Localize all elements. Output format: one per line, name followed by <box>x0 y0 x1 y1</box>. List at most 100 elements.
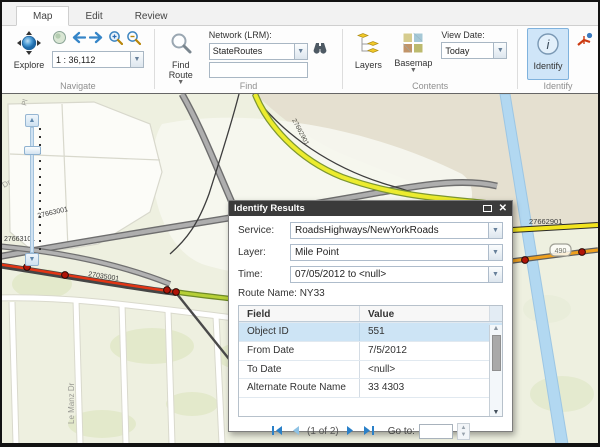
attributes-table: Field Value Object ID 551 From Date 7/5/… <box>238 305 503 417</box>
chevron-down-icon[interactable]: ▼ <box>488 223 502 238</box>
chevron-down-icon[interactable]: ▼ <box>130 52 143 67</box>
zoom-out-icon[interactable] <box>126 30 141 50</box>
page-count-text: (1 of 2) <box>307 426 339 437</box>
previous-page-button[interactable] <box>290 425 300 439</box>
scrollbar-thumb[interactable] <box>492 335 501 371</box>
chevron-down-icon[interactable]: ▼ <box>488 267 502 282</box>
binoculars-icon[interactable] <box>312 42 328 60</box>
ribbon: Map Edit Review <box>2 2 598 93</box>
tab-review[interactable]: Review <box>119 7 184 25</box>
table-scrollbar[interactable]: ▲ ▼ <box>489 325 502 416</box>
street-label-le-manz-dr: Le Manz Dr <box>67 382 76 424</box>
column-header-value: Value <box>359 306 489 321</box>
tab-edit[interactable]: Edit <box>69 7 118 25</box>
group-contents: Layers Basemap ▼ <box>343 26 517 92</box>
back-arrow-icon[interactable] <box>70 31 86 49</box>
window-bottom-border <box>2 443 598 447</box>
map-scale-value: 1 : 36,112 <box>53 55 130 65</box>
map-scale-combobox[interactable]: 1 : 36,112 ▼ <box>52 51 144 68</box>
scroll-up-icon[interactable]: ▲ <box>493 325 500 332</box>
table-row[interactable]: To Date <null> <box>239 360 502 379</box>
explore-label: Explore <box>14 60 45 70</box>
table-row[interactable]: From Date 7/5/2012 <box>239 341 502 360</box>
identify-route-icon[interactable] <box>577 32 594 52</box>
ribbon-body: Explore <box>2 26 598 92</box>
goto-page-input[interactable] <box>419 424 453 439</box>
next-page-button[interactable] <box>346 425 356 439</box>
last-page-button[interactable] <box>363 425 375 439</box>
find-route-label-1: Find <box>172 60 190 70</box>
find-group-label: Find <box>155 81 343 91</box>
identify-group-label: Identify <box>518 81 598 91</box>
zoom-slider-down-button[interactable]: ▼ <box>25 253 39 266</box>
route-shield-label: 490 <box>555 248 567 255</box>
map-viewport[interactable]: 490 27663001 27663101 27035001 27662901 … <box>2 93 598 443</box>
scroll-down-icon[interactable]: ▼ <box>493 409 500 416</box>
service-label: Service: <box>238 225 290 236</box>
identify-button[interactable]: i Identify <box>527 28 569 80</box>
spinner-up-icon[interactable]: ▲ <box>460 425 466 432</box>
route-name-value: NY33 <box>300 288 325 299</box>
network-lrm-value: StateRoutes <box>210 46 294 56</box>
layers-icon <box>356 32 380 58</box>
spinner-down-icon[interactable]: ▼ <box>460 432 466 439</box>
forward-arrow-icon[interactable] <box>89 31 105 49</box>
map-zoom-slider[interactable]: ▲ ▼ <box>24 114 44 266</box>
header-gutter <box>489 306 502 321</box>
view-date-value: Today <box>442 46 493 56</box>
network-lrm-combobox[interactable]: StateRoutes ▼ <box>209 43 308 60</box>
zoom-slider-up-button[interactable]: ▲ <box>25 114 39 127</box>
zoom-slider-handle[interactable] <box>24 146 41 155</box>
navigate-group-label: Navigate <box>2 81 154 91</box>
dialog-body: Service: RoadsHighways/NewYorkRoads ▼ La… <box>229 216 512 443</box>
table-row[interactable]: Object ID 551 <box>239 322 502 341</box>
maximize-icon[interactable] <box>483 205 492 212</box>
basemap-icon <box>402 32 424 56</box>
zoom-in-icon[interactable] <box>108 30 123 50</box>
table-row[interactable]: Alternate Route Name 33 4303 <box>239 378 502 397</box>
chevron-down-icon[interactable]: ▼ <box>294 44 307 59</box>
identify-label: Identify <box>533 61 562 71</box>
group-navigate: Explore <box>2 26 154 92</box>
chevron-down-icon[interactable]: ▼ <box>488 245 502 260</box>
chevron-down-icon: ▼ <box>410 68 417 74</box>
layer-combobox[interactable]: Mile Point ▼ <box>290 244 503 261</box>
time-value: 07/05/2012 to <null> <box>291 269 488 280</box>
time-combobox[interactable]: 07/05/2012 to <null> ▼ <box>290 266 503 283</box>
goto-label: Go to: <box>388 426 415 437</box>
group-find: Find Route ▼ Network (LRM): StateRoutes … <box>155 26 343 92</box>
view-date-label: View Date: <box>441 30 513 40</box>
time-label: Time: <box>238 269 290 280</box>
layer-label: Layer: <box>238 247 290 258</box>
layers-label: Layers <box>355 60 382 70</box>
layers-button[interactable]: Layers <box>347 28 389 72</box>
full-extent-globe-icon[interactable] <box>52 30 67 50</box>
find-route-button[interactable]: Find Route ▼ <box>159 28 203 88</box>
service-value: RoadsHighways/NewYorkRoads <box>291 225 488 236</box>
close-icon[interactable]: ✕ <box>499 204 507 214</box>
find-route-magnifier-icon <box>169 32 193 58</box>
table-row-partial <box>239 397 502 416</box>
view-date-combobox[interactable]: Today ▼ <box>441 42 507 59</box>
network-lrm-label: Network (LRM): <box>209 30 337 40</box>
basemap-button[interactable]: Basemap ▼ <box>389 28 437 76</box>
explore-icon <box>16 30 42 58</box>
chevron-down-icon[interactable]: ▼ <box>493 43 506 58</box>
pagination-bar: (1 of 2) Go to: ▲▼ <box>238 423 503 440</box>
goto-spinner[interactable]: ▲▼ <box>457 423 470 440</box>
column-header-field: Field <box>239 306 359 321</box>
first-page-button[interactable] <box>271 425 283 439</box>
service-combobox[interactable]: RoadsHighways/NewYorkRoads ▼ <box>290 222 503 239</box>
contents-group-label: Contents <box>343 81 517 91</box>
route-name-label: Route Name: <box>238 288 297 299</box>
dialog-title: Identify Results <box>234 203 305 214</box>
layer-value: Mile Point <box>291 247 488 258</box>
route-input[interactable] <box>209 62 308 78</box>
route-name-text: Route Name: NY33 <box>238 288 503 299</box>
ribbon-tabstrip: Map Edit Review <box>2 2 598 26</box>
tab-map[interactable]: Map <box>16 6 69 26</box>
identify-results-dialog: Identify Results ✕ Service: RoadsHighway… <box>228 200 513 432</box>
table-header: Field Value <box>239 306 502 322</box>
explore-button[interactable]: Explore <box>6 28 52 72</box>
dialog-titlebar[interactable]: Identify Results ✕ <box>229 201 512 216</box>
